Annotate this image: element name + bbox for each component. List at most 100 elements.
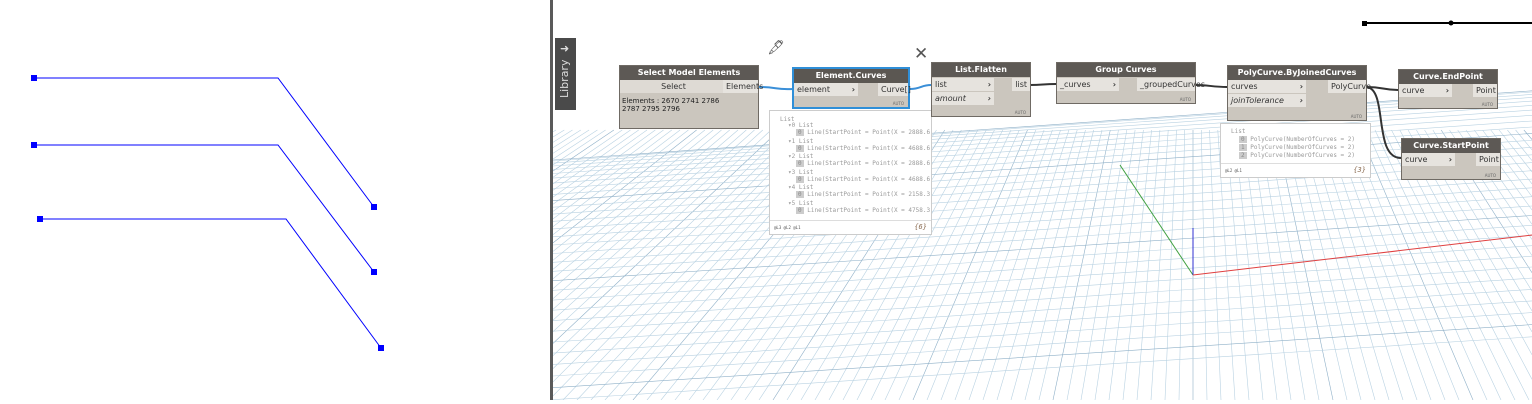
item-value: Line(StartPoint = Point(X = 4688.6 <box>807 176 930 183</box>
revit-plan-view[interactable] <box>0 0 550 400</box>
node-list-flatten[interactable]: List.Flatten list› amount › list AUTO <box>931 62 1031 117</box>
preview-list-header[interactable]: ▾1 List <box>788 138 813 145</box>
select-button[interactable]: Select <box>620 80 724 93</box>
library-toggle[interactable]: ➜ Library <box>555 38 576 110</box>
node-element-curves[interactable]: Element.Curves element› Curve[] AUTO <box>792 67 910 109</box>
preview-point <box>1362 21 1367 26</box>
node-group-curves[interactable]: Group Curves _curves› _groupedCurves AUT… <box>1056 62 1196 104</box>
preview-list-header[interactable]: ▾0 List <box>788 122 813 129</box>
grip-handle[interactable] <box>371 269 377 275</box>
model-lines <box>0 0 550 400</box>
item-value: Line(StartPoint = Point(X = 2888.6 <box>807 160 930 167</box>
wires <box>553 0 1532 400</box>
item-value: PolyCurve(NumberOfCurves = 2) <box>1250 144 1355 151</box>
list-levels[interactable]: @L2 @L1 <box>1225 168 1242 173</box>
chevron-right-icon: › <box>1449 153 1452 166</box>
output-port-point[interactable]: Point <box>1473 84 1497 97</box>
output-port-grouped-curves[interactable]: _groupedCurves <box>1137 78 1195 91</box>
preview-list-item: 0 Line(StartPoint = Point(X = 4758.3 <box>796 207 930 214</box>
item-index: 1 <box>1239 144 1247 151</box>
list-label: List <box>799 184 813 191</box>
node-curve-startpoint[interactable]: Curve.StartPoint curve› Point AUTO <box>1401 138 1501 180</box>
wire[interactable] <box>1367 87 1401 158</box>
input-port-element[interactable]: element› <box>794 83 858 96</box>
input-port-join-tolerance[interactable]: joinTolerance› <box>1228 94 1306 107</box>
input-port-curves[interactable]: _curves› <box>1057 78 1119 91</box>
node-title: Curve.StartPoint <box>1402 139 1500 153</box>
item-index: 0 <box>796 176 804 183</box>
eyedropper-icon[interactable]: 🖋 <box>767 40 785 56</box>
wire[interactable] <box>910 85 931 89</box>
dynamo-canvas[interactable]: ➜ Library 🖋 ✕ Select Model Elements Sele… <box>553 0 1532 400</box>
chevron-right-icon: › <box>1300 80 1303 93</box>
grip-handle[interactable] <box>371 204 377 210</box>
chevron-right-icon: › <box>988 92 991 105</box>
grip-handle[interactable] <box>378 345 384 351</box>
item-index: 0 <box>796 160 804 167</box>
library-label: Library <box>558 60 571 98</box>
node-title: Element.Curves <box>794 69 908 83</box>
node-curve-endpoint[interactable]: Curve.EndPoint curve › Point AUTO <box>1398 69 1498 109</box>
lacing-label[interactable]: AUTO <box>1482 102 1493 107</box>
item-index: 0 <box>796 191 804 198</box>
item-value: Line(StartPoint = Point(X = 4688.6 <box>807 145 930 152</box>
grip-handle[interactable] <box>31 75 37 81</box>
port-label: amount <box>935 94 966 103</box>
model-line[interactable] <box>34 78 374 207</box>
node-preview-bubble[interactable]: List ▾0 List 0 Line(StartPoint = Point(X… <box>769 110 932 235</box>
grip-handle[interactable] <box>37 216 43 222</box>
output-port-polycurve[interactable]: PolyCurve <box>1328 80 1366 93</box>
lacing-label[interactable]: AUTO <box>893 101 904 106</box>
input-port-curves[interactable]: curves › <box>1228 80 1306 93</box>
list-label: List <box>799 153 813 160</box>
output-port-curves[interactable]: Curve[] <box>878 83 908 96</box>
preview-root: List <box>1231 128 1245 135</box>
lacing-label[interactable]: AUTO <box>1485 173 1496 178</box>
preview-list-header[interactable]: ▾3 List <box>788 169 813 176</box>
lacing-label[interactable]: AUTO <box>1180 97 1191 102</box>
list-levels[interactable]: @L3 @L2 @L1 <box>774 225 801 230</box>
preview-list-header[interactable]: ▾2 List <box>788 153 813 160</box>
model-line[interactable] <box>34 145 374 272</box>
node-preview-bubble[interactable]: List 0 PolyCurve(NumberOfCurves = 2)1 Po… <box>1220 123 1371 178</box>
lacing-label[interactable]: AUTO <box>1015 110 1026 115</box>
node-title: List.Flatten <box>932 63 1030 77</box>
output-port-point[interactable]: Point <box>1476 153 1500 166</box>
preview-list-header[interactable]: ▾4 List <box>788 184 813 191</box>
item-value: Line(StartPoint = Point(X = 2158.3 <box>807 191 930 198</box>
node-polycurve-by-joined-curves[interactable]: PolyCurve.ByJoinedCurves curves› joinTol… <box>1227 65 1367 121</box>
input-port-amount[interactable]: amount › <box>932 92 994 105</box>
tools-icon[interactable]: ✕ <box>914 44 928 64</box>
port-label: joinTolerance <box>1231 96 1284 105</box>
preview-list-item: 0 Line(StartPoint = Point(X = 2888.6 <box>796 129 930 136</box>
port-label: curves <box>1231 82 1258 91</box>
list-index: 2 <box>792 153 796 160</box>
wire[interactable] <box>759 87 793 89</box>
chevron-right-icon: › <box>988 78 991 91</box>
item-index: 0 <box>796 145 804 152</box>
list-index: 1 <box>792 138 796 145</box>
preview-list-item: 0 Line(StartPoint = Point(X = 2888.6 <box>796 160 930 167</box>
list-label: List <box>799 169 813 176</box>
model-line[interactable] <box>40 219 381 348</box>
node-title: Curve.EndPoint <box>1399 70 1497 84</box>
input-port-curve[interactable]: curve › <box>1399 84 1452 97</box>
wire[interactable] <box>1030 84 1056 85</box>
lacing-label[interactable]: AUTO <box>1351 114 1362 119</box>
input-port-list[interactable]: list› <box>932 78 994 91</box>
list-index: 4 <box>792 184 796 191</box>
item-index: 0 <box>796 207 804 214</box>
preview-list-header[interactable]: ▾5 List <box>788 200 813 207</box>
item-value: PolyCurve(NumberOfCurves = 2) <box>1250 152 1355 159</box>
node-select-model-elements[interactable]: Select Model Elements Select Elements El… <box>619 65 759 129</box>
output-port-list[interactable]: list <box>1012 78 1030 91</box>
selected-elements-info: Elements : 2670 2741 2786 2787 2795 2796 <box>622 97 732 113</box>
port-label: curve <box>1402 86 1424 95</box>
grip-handle[interactable] <box>31 142 37 148</box>
list-label: List <box>799 200 813 207</box>
chevron-right-icon: › <box>1446 84 1449 97</box>
preview-list-item: 1 PolyCurve(NumberOfCurves = 2) <box>1239 144 1355 151</box>
item-value: PolyCurve(NumberOfCurves = 2) <box>1250 136 1355 143</box>
input-port-curve[interactable]: curve› <box>1402 153 1455 166</box>
output-port-elements[interactable]: Elements <box>723 80 758 93</box>
